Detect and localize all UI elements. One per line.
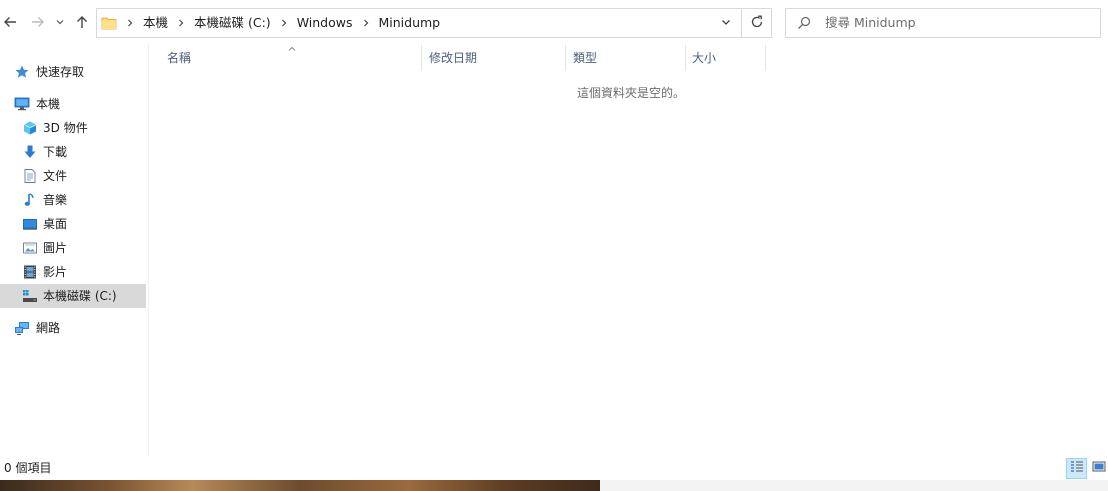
- details-view-icon: [1070, 460, 1084, 477]
- chevron-right-icon[interactable]: [172, 9, 190, 37]
- column-divider[interactable]: [421, 45, 422, 71]
- column-divider[interactable]: [685, 45, 686, 71]
- arrow-left-icon: [2, 14, 18, 30]
- network-icon: [14, 320, 30, 336]
- desktop-icon: [22, 216, 38, 232]
- sidebar-item-label: 影片: [43, 265, 68, 279]
- drive-icon: [22, 288, 38, 304]
- sidebar-item-label: 音樂: [43, 193, 68, 207]
- computer-icon: [14, 96, 30, 112]
- column-header-type[interactable]: 類型: [573, 45, 597, 71]
- chevron-down-icon: [720, 16, 732, 31]
- large-icons-view-icon: [1092, 460, 1106, 477]
- sidebar-item-label: 文件: [43, 169, 68, 183]
- desktop-background-strip: [600, 480, 1108, 491]
- recent-locations-button[interactable]: [52, 10, 68, 34]
- sidebar-item-label: 網路: [36, 321, 61, 335]
- chevron-right-icon[interactable]: [275, 9, 293, 37]
- breadcrumb-item-local-disk[interactable]: 本機磁碟 (C:): [190, 9, 275, 37]
- star-icon: [14, 64, 30, 80]
- breadcrumb-item-minidump[interactable]: Minidump: [375, 9, 445, 37]
- sort-ascending-icon: [287, 42, 297, 56]
- film-icon: [22, 264, 38, 280]
- address-bar[interactable]: 本機 本機磁碟 (C:) Windows Minidump: [96, 8, 772, 38]
- search-placeholder: 搜尋 Minidump: [825, 15, 916, 30]
- sidebar-item-label: 桌面: [43, 217, 68, 231]
- sidebar-item-downloads[interactable]: 下載: [0, 140, 146, 164]
- refresh-button[interactable]: [741, 9, 771, 37]
- navigation-pane: 快速存取 本機 3D 物件 下載 文件 音樂 桌面 圖片 影片 本機磁碟 (C:…: [0, 44, 148, 456]
- back-button[interactable]: [0, 10, 20, 34]
- chevron-right-icon[interactable]: [121, 9, 139, 37]
- forward-button[interactable]: [28, 10, 48, 34]
- chevron-right-icon[interactable]: [357, 9, 375, 37]
- details-view-button[interactable]: [1066, 458, 1087, 479]
- breadcrumb-item-this-pc[interactable]: 本機: [139, 9, 172, 37]
- arrow-up-icon: [74, 14, 90, 30]
- chevron-down-icon: [55, 17, 65, 27]
- desktop-wallpaper-strip: [0, 480, 600, 491]
- navigation-bar: 本機 本機磁碟 (C:) Windows Minidump 搜尋 Minidum…: [0, 0, 1108, 44]
- refresh-icon: [750, 15, 764, 32]
- folder-icon: [101, 15, 117, 34]
- arrow-right-icon: [30, 14, 46, 30]
- column-header-date-modified[interactable]: 修改日期: [429, 45, 477, 71]
- column-header-name[interactable]: 名稱: [167, 45, 191, 71]
- item-count: 0 個項目: [4, 461, 52, 475]
- sidebar-item-label: 快速存取: [36, 65, 85, 79]
- sidebar-item-this-pc[interactable]: 本機: [0, 92, 146, 116]
- sidebar-item-local-disk[interactable]: 本機磁碟 (C:): [0, 284, 146, 308]
- sidebar-item-label: 圖片: [43, 241, 68, 255]
- cube-icon: [22, 120, 38, 136]
- sidebar-item-music[interactable]: 音樂: [0, 188, 146, 212]
- breadcrumb: 本機 本機磁碟 (C:) Windows Minidump: [121, 9, 444, 37]
- picture-icon: [22, 240, 38, 256]
- sidebar-item-label: 3D 物件: [43, 121, 88, 135]
- breadcrumb-item-windows[interactable]: Windows: [293, 9, 357, 37]
- large-icons-view-button[interactable]: [1088, 458, 1108, 479]
- sidebar-item-pictures[interactable]: 圖片: [0, 236, 146, 260]
- address-history-button[interactable]: [713, 9, 739, 37]
- download-arrow-icon: [22, 144, 38, 160]
- sidebar-item-label: 下載: [43, 145, 68, 159]
- sidebar-item-quick-access[interactable]: 快速存取: [0, 60, 146, 84]
- sidebar-item-label: 本機磁碟 (C:): [43, 289, 117, 303]
- file-list: 名稱 修改日期 類型 大小 這個資料夾是空的。: [149, 44, 1108, 456]
- search-icon: [796, 15, 812, 34]
- search-box[interactable]: 搜尋 Minidump: [785, 8, 1101, 38]
- sidebar-item-desktop[interactable]: 桌面: [0, 212, 146, 236]
- document-icon: [22, 168, 38, 184]
- status-bar: 0 個項目: [0, 456, 1108, 480]
- empty-folder-message: 這個資料夾是空的。: [577, 86, 686, 100]
- sidebar-item-videos[interactable]: 影片: [0, 260, 146, 284]
- sidebar-item-documents[interactable]: 文件: [0, 164, 146, 188]
- music-note-icon: [22, 192, 38, 208]
- column-divider[interactable]: [565, 45, 566, 71]
- sidebar-item-network[interactable]: 網路: [0, 316, 146, 340]
- column-header-size[interactable]: 大小: [692, 45, 716, 71]
- sidebar-item-3d-objects[interactable]: 3D 物件: [0, 116, 146, 140]
- sidebar-item-label: 本機: [36, 97, 61, 111]
- column-divider[interactable]: [765, 45, 766, 71]
- up-button[interactable]: [72, 10, 92, 34]
